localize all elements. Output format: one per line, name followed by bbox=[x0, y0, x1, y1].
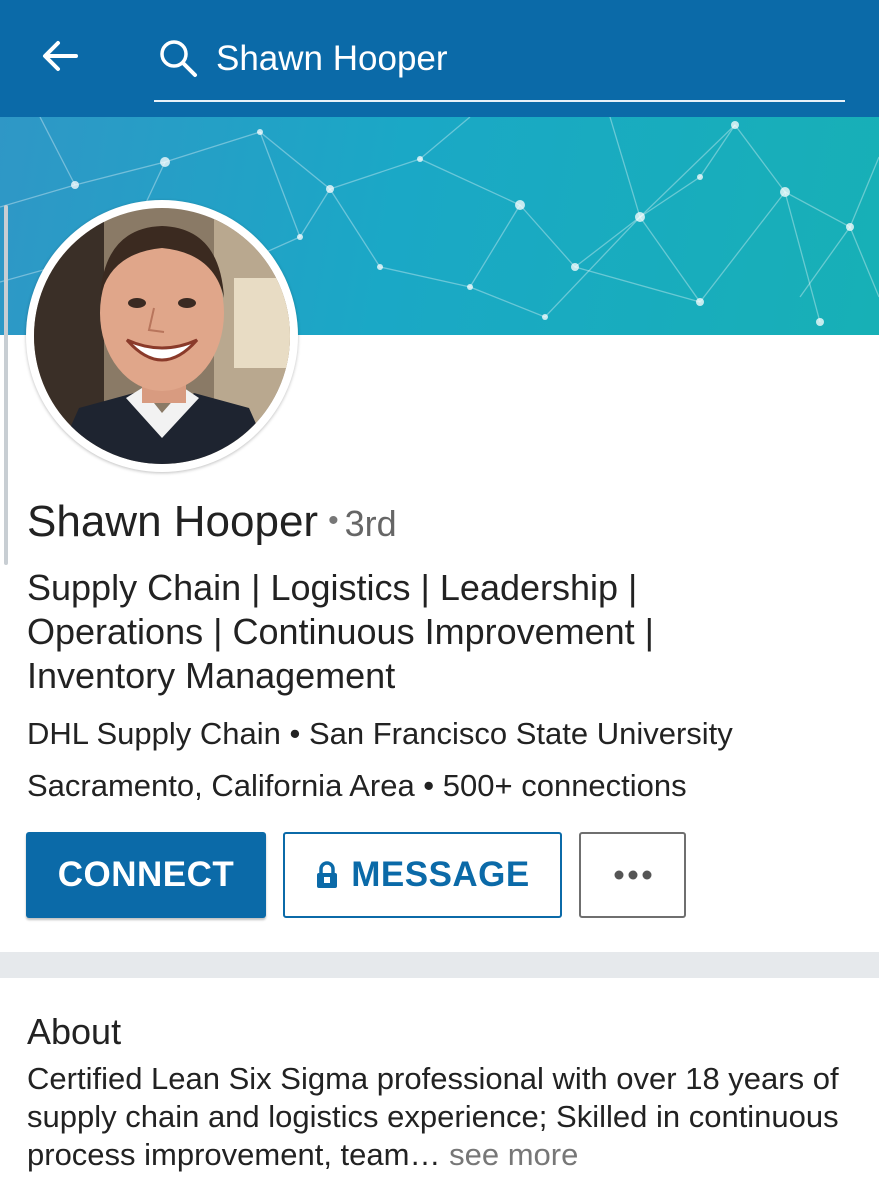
top-app-bar bbox=[0, 0, 879, 117]
name-separator: • bbox=[328, 504, 339, 537]
headline-line: Supply Chain | Logistics | Leadership | bbox=[27, 567, 638, 608]
search-input[interactable] bbox=[214, 34, 818, 84]
see-more-link[interactable]: see more bbox=[449, 1137, 578, 1172]
about-section-title: About bbox=[27, 1011, 122, 1052]
search-field[interactable] bbox=[154, 30, 845, 102]
headline-line: Inventory Management bbox=[27, 655, 396, 696]
search-icon bbox=[160, 40, 197, 77]
profile-name: Shawn Hooper bbox=[27, 497, 319, 546]
more-horizontal-icon bbox=[614, 870, 651, 880]
profile-headline: Supply Chain | Logistics | Leadership | … bbox=[27, 566, 847, 698]
connect-button-label: CONNECT bbox=[57, 855, 235, 894]
location-connections-line: Sacramento, California Area • 500+ conne… bbox=[27, 768, 687, 803]
message-button-label: MESSAGE bbox=[351, 855, 530, 894]
profile-photo-image bbox=[34, 208, 290, 464]
company-school-line: DHL Supply Chain • San Francisco State U… bbox=[27, 716, 733, 751]
headline-line: Operations | Continuous Improvement | bbox=[27, 611, 655, 652]
arrow-left-icon bbox=[43, 41, 78, 71]
about-section-text: Certified Lean Six Sigma professional wi… bbox=[27, 1060, 857, 1174]
connect-button[interactable]: CONNECT bbox=[26, 832, 266, 918]
back-button[interactable] bbox=[38, 34, 82, 78]
lock-icon bbox=[315, 860, 339, 890]
about-summary: Certified Lean Six Sigma professional wi… bbox=[27, 1061, 839, 1172]
connection-degree-badge: 3rd bbox=[344, 503, 397, 544]
section-divider bbox=[0, 952, 879, 978]
scroll-edge-indicator bbox=[4, 205, 8, 565]
more-options-button[interactable] bbox=[579, 832, 686, 918]
profile-name-row: Shawn Hooper • 3rd bbox=[27, 497, 397, 557]
profile-avatar[interactable] bbox=[26, 200, 298, 472]
message-button[interactable]: MESSAGE bbox=[283, 832, 562, 918]
